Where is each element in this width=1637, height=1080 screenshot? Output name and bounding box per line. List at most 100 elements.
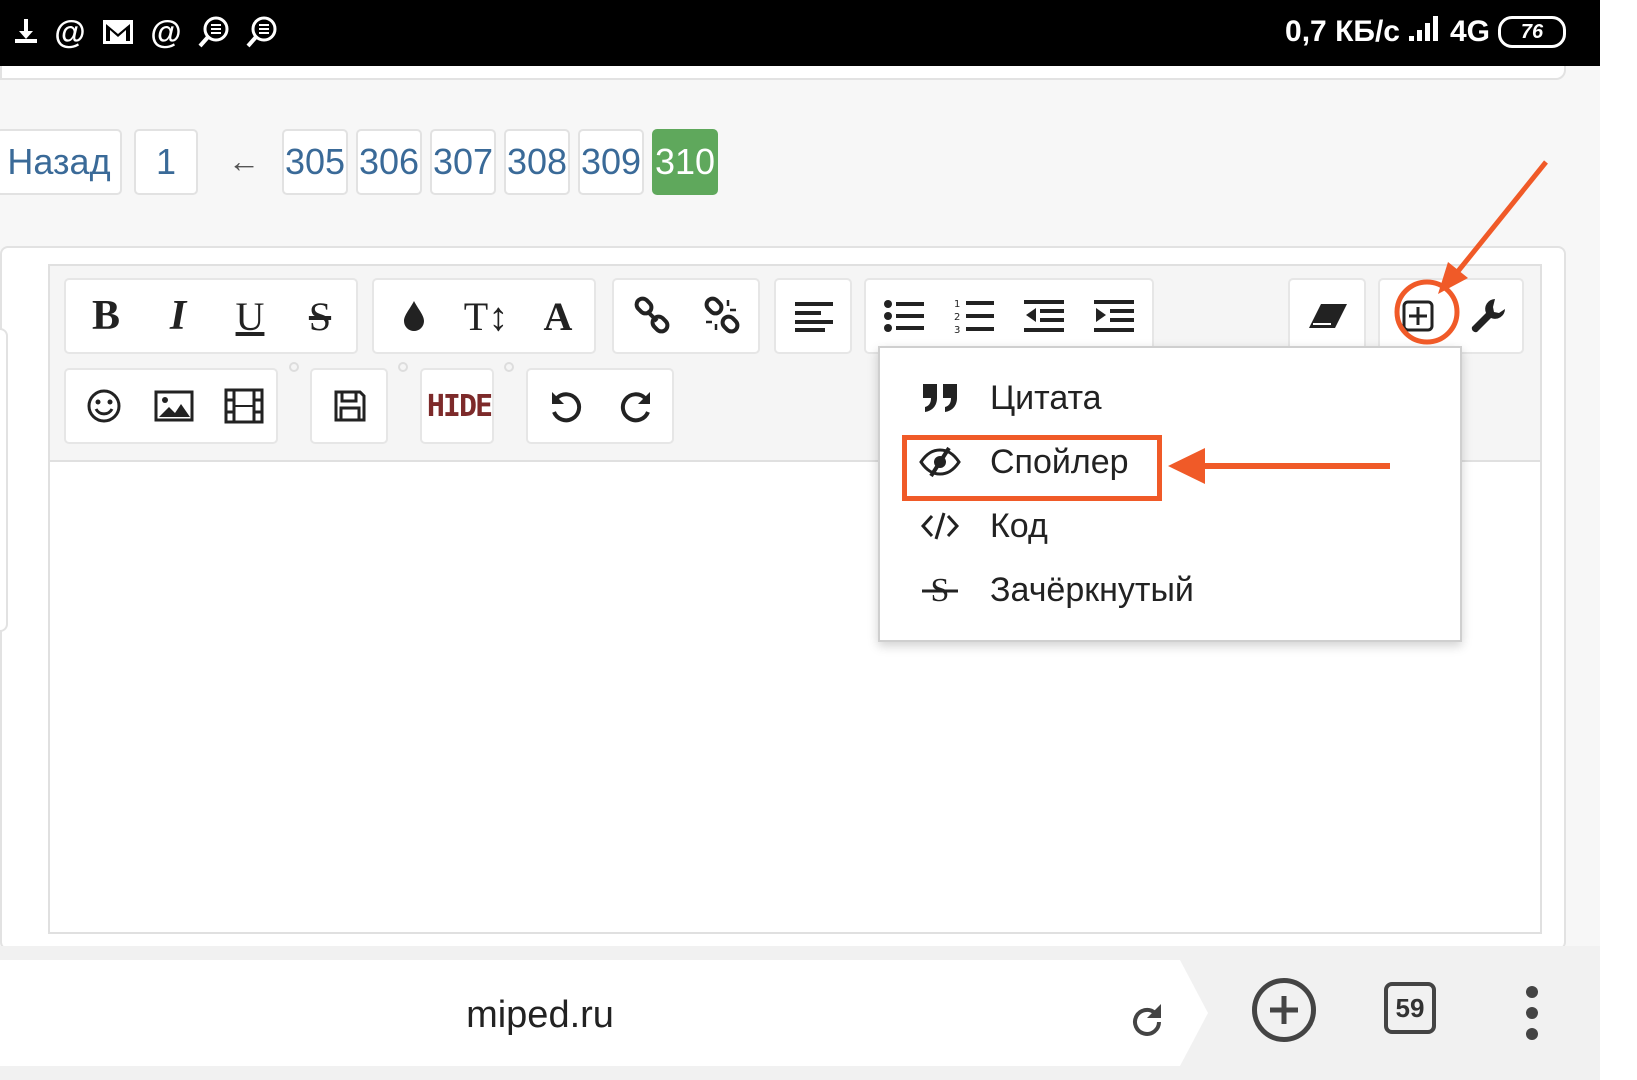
menu-item-label: Зачёркнутый — [990, 570, 1194, 609]
at-icon: @ — [54, 13, 86, 50]
film-icon — [224, 388, 264, 424]
tools-button[interactable] — [1452, 280, 1524, 352]
download-icon — [8, 14, 44, 50]
new-tab-button[interactable] — [1252, 978, 1316, 1042]
strikethrough-icon: S — [918, 572, 962, 608]
outdent-icon — [1024, 300, 1064, 332]
toolbar-group-drafts — [310, 368, 388, 444]
group-separator — [289, 362, 299, 372]
svg-text:1: 1 — [954, 299, 960, 310]
pagination-page[interactable]: 306 — [356, 129, 422, 195]
insert-image-button[interactable] — [138, 370, 210, 442]
insert-link-button[interactable] — [616, 280, 688, 352]
smilies-button[interactable] — [68, 370, 140, 442]
indent-button[interactable] — [1078, 280, 1150, 352]
toolbar-group-media — [64, 368, 278, 444]
spoiler-highlight-annotation — [902, 435, 1162, 501]
menu-item-label: Цитата — [990, 378, 1102, 417]
insert-media-button[interactable] — [208, 370, 280, 442]
remove-link-button[interactable] — [686, 280, 758, 352]
network-speed: 0,7 КБ/с — [1285, 15, 1400, 48]
redo-icon — [620, 392, 650, 423]
code-icon — [918, 511, 962, 541]
indent-icon — [1094, 300, 1134, 332]
droplet-icon — [404, 301, 424, 331]
bold-button[interactable]: B — [70, 280, 142, 352]
more-vert-icon — [1526, 986, 1538, 998]
menu-item-quote[interactable]: Цитата — [880, 368, 1460, 428]
hide-button[interactable]: HIDE — [423, 370, 495, 442]
menu-item-code[interactable]: Код — [880, 496, 1460, 556]
reload-button[interactable] — [1125, 1000, 1171, 1046]
insert-menu-button[interactable] — [1382, 280, 1454, 352]
group-separator — [504, 362, 514, 372]
browser-bottom-bar: miped.ru 59 — [0, 946, 1600, 1080]
image-icon — [154, 390, 194, 422]
toolbar-group-lists: 1 2 3 — [864, 278, 1154, 354]
text-color-button[interactable] — [378, 280, 450, 352]
eraser-icon — [1309, 304, 1347, 328]
remove-format-button[interactable] — [1292, 280, 1364, 352]
bullet-list-button[interactable] — [868, 280, 940, 352]
address-bar-tip — [1180, 960, 1208, 1066]
pagination-page[interactable]: 307 — [430, 129, 496, 195]
battery-indicator: 76 — [1498, 16, 1566, 48]
smile-icon — [87, 389, 121, 423]
tab-switcher-button[interactable]: 59 — [1384, 982, 1436, 1034]
toolbar-group-insert — [1378, 278, 1524, 354]
toolbar-group-clear — [1288, 278, 1366, 354]
list-ordered-icon: 1 2 3 — [954, 299, 994, 335]
group-separator — [398, 362, 408, 372]
list-bullet-icon — [884, 300, 924, 332]
at-icon: @ — [150, 13, 182, 50]
toolbar-group-font: T↕ A — [372, 278, 596, 354]
unlink-icon — [704, 296, 740, 334]
vpn-icon — [244, 14, 280, 50]
vpn-icon — [196, 14, 232, 50]
outdent-button[interactable] — [1008, 280, 1080, 352]
font-family-button[interactable]: A — [522, 280, 594, 352]
browser-menu-button[interactable] — [1526, 986, 1540, 1042]
screen-edge — [1600, 0, 1637, 1080]
toolbar-group-hide: HIDE — [420, 368, 494, 444]
network-type: 4G — [1449, 15, 1490, 48]
italic-button[interactable]: I — [142, 280, 214, 352]
align-left-icon — [795, 302, 833, 332]
pagination-page[interactable]: 305 — [282, 129, 348, 195]
toolbar-group-text-style: B I U S — [64, 278, 358, 354]
toolbar-group-history — [526, 368, 674, 444]
gmail-icon — [100, 14, 136, 50]
pagination-current-page[interactable]: 310 — [652, 129, 718, 195]
previous-card-edge — [0, 66, 1566, 80]
underline-button[interactable]: U — [214, 280, 286, 352]
undo-icon — [552, 392, 582, 423]
pagination-first-page[interactable]: 1 — [134, 129, 198, 195]
link-icon — [634, 296, 670, 334]
toolbar-group-links — [612, 278, 760, 354]
avatar-pointer — [0, 328, 8, 632]
pagination-back-button[interactable]: Назад — [0, 129, 122, 195]
pagination-page[interactable]: 308 — [504, 129, 570, 195]
reload-icon — [1133, 1004, 1161, 1036]
save-draft-button[interactable] — [314, 370, 386, 442]
url-text[interactable]: miped.ru — [440, 994, 640, 1037]
wrench-icon — [1471, 299, 1505, 333]
toolbar-group-align — [774, 278, 852, 354]
numbered-list-button[interactable]: 1 2 3 — [938, 280, 1010, 352]
quote-icon — [918, 382, 962, 414]
floppy-icon — [334, 390, 366, 422]
plus-square-icon — [1402, 300, 1434, 332]
address-bar[interactable]: miped.ru — [0, 960, 1180, 1066]
pagination-skip-arrow: ← — [228, 143, 260, 179]
svg-text:2: 2 — [954, 312, 960, 323]
status-bar: @ @ 0,7 КБ/с 4G 76 — [0, 0, 1600, 66]
undo-button[interactable] — [530, 370, 602, 442]
menu-item-strikethrough[interactable]: S Зачёркнутый — [880, 560, 1460, 620]
redo-button[interactable] — [600, 370, 672, 442]
font-size-button[interactable]: T↕ — [450, 280, 522, 352]
svg-text:3: 3 — [954, 325, 960, 335]
pagination-page[interactable]: 309 — [578, 129, 644, 195]
menu-item-label: Код — [990, 506, 1048, 545]
align-button[interactable] — [778, 280, 850, 352]
strikethrough-button[interactable]: S — [284, 280, 356, 352]
